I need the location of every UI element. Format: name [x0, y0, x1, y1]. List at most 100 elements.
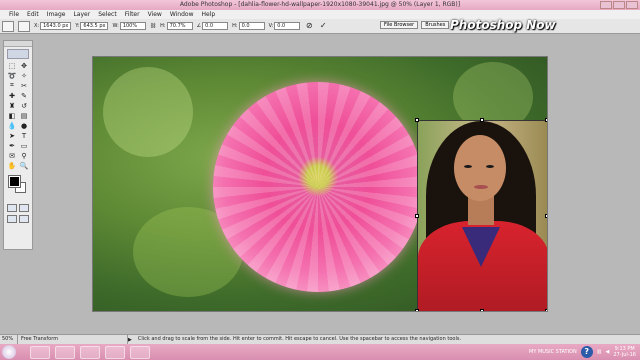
- menu-file[interactable]: File: [9, 11, 19, 18]
- tab-file-browser[interactable]: File Browser: [380, 21, 419, 29]
- angle-field: ∠ 0.0: [196, 22, 229, 30]
- screen-modes: [4, 215, 32, 223]
- portrait-face: [454, 135, 506, 201]
- transform-handle[interactable]: [415, 118, 419, 122]
- tool-preset-icon[interactable]: [2, 20, 14, 32]
- gradient-tool-icon[interactable]: ▤: [19, 111, 29, 120]
- h-field: H: 70.7%: [160, 22, 193, 30]
- angle-icon: ∠: [196, 23, 202, 29]
- menu-window[interactable]: Window: [170, 11, 194, 18]
- eyedropper-icon[interactable]: ⚲: [19, 151, 29, 160]
- toolbox: ⬚ ✥ ➰ ✧ ⌗ ✂ ✚ ✎ ♜ ↺ ◧ ▤ 💧 ● ➤ T ✒ ▭ ✉ ⚲ …: [3, 40, 33, 250]
- transform-handle[interactable]: [415, 309, 419, 311]
- system-tray: MY MUSIC STATION ? ▥ ◀ 9:13 PM 27-Jul-16: [529, 344, 640, 360]
- media-app-icon[interactable]: [105, 345, 125, 359]
- portrait-lips: [474, 185, 488, 189]
- palette-well: File Browser Brushes: [380, 21, 450, 29]
- standard-mode-icon[interactable]: [7, 204, 17, 212]
- move-tool-icon[interactable]: ✥: [19, 61, 29, 70]
- document-canvas[interactable]: [92, 56, 548, 312]
- help-icon[interactable]: ?: [580, 346, 593, 358]
- menu-select[interactable]: Select: [98, 11, 117, 18]
- h-skew-input[interactable]: 0.0: [238, 22, 265, 30]
- v-skew-input[interactable]: 0.0: [274, 22, 301, 30]
- watermark: Photoshop Now: [450, 18, 556, 32]
- marquee-tool-icon[interactable]: ⬚: [7, 61, 17, 70]
- clock[interactable]: 9:13 PM 27-Jul-16: [613, 346, 636, 358]
- transform-handle[interactable]: [415, 214, 419, 218]
- firefox-app-icon[interactable]: [55, 345, 75, 359]
- transform-handle[interactable]: [545, 118, 547, 122]
- brush-tool-icon[interactable]: ✎: [19, 91, 29, 100]
- link-icon[interactable]: ⛓: [150, 23, 156, 29]
- magic-wand-icon[interactable]: ✧: [19, 71, 29, 80]
- status-message: Click and drag to scale from the side. H…: [137, 336, 462, 342]
- x-input[interactable]: 1643.0 px: [40, 22, 72, 30]
- full-screen-menu-icon[interactable]: [19, 215, 29, 223]
- h-input[interactable]: 70.7%: [166, 22, 193, 30]
- chrome-app-icon[interactable]: [80, 345, 100, 359]
- foreground-color[interactable]: [8, 175, 21, 188]
- color-swatches[interactable]: [7, 174, 29, 200]
- zoom-tool-icon[interactable]: 🔍: [19, 161, 29, 170]
- dodge-tool-icon[interactable]: ●: [19, 121, 29, 130]
- menu-image[interactable]: Image: [47, 11, 66, 18]
- transform-handle[interactable]: [545, 309, 547, 311]
- menu-layer[interactable]: Layer: [73, 11, 90, 18]
- portrait-eye: [464, 165, 472, 168]
- w-field: W: 100%: [112, 22, 146, 30]
- transform-handle[interactable]: [480, 118, 484, 122]
- angle-input[interactable]: 0.0: [202, 22, 229, 30]
- network-icon[interactable]: ▥: [597, 349, 602, 355]
- h-skew-field: H: 0.0: [232, 22, 265, 30]
- window-title: Adobe Photoshop - [dahlia-flower-hd-wall…: [179, 1, 461, 8]
- eraser-tool-icon[interactable]: ◧: [7, 111, 17, 120]
- commit-transform-icon[interactable]: ✓: [318, 21, 328, 31]
- taskbar: MY MUSIC STATION ? ▥ ◀ 9:13 PM 27-Jul-16: [0, 344, 640, 360]
- music-station-label[interactable]: MY MUSIC STATION: [529, 349, 577, 355]
- photoshop-app-icon[interactable]: [130, 345, 150, 359]
- y-field: Y: 643.5 px: [75, 22, 109, 30]
- zoom-level[interactable]: 50%: [0, 335, 18, 344]
- crop-tool-icon[interactable]: ⌗: [7, 81, 17, 90]
- transform-handle[interactable]: [545, 214, 547, 218]
- notes-tool-icon[interactable]: ✉: [7, 151, 17, 160]
- lasso-tool-icon[interactable]: ➰: [7, 71, 17, 80]
- explorer-app-icon[interactable]: [30, 345, 50, 359]
- shape-tool-icon[interactable]: ▭: [19, 141, 29, 150]
- window-controls: [600, 1, 638, 9]
- slice-tool-icon[interactable]: ✂: [19, 81, 29, 90]
- type-tool-icon[interactable]: T: [19, 131, 29, 140]
- toolbox-header[interactable]: [4, 41, 32, 47]
- menu-filter[interactable]: Filter: [125, 11, 140, 18]
- woman-portrait-layer[interactable]: [417, 120, 547, 311]
- photoshop-logo-icon[interactable]: [7, 49, 29, 59]
- y-input[interactable]: 643.5 px: [80, 22, 109, 30]
- start-button[interactable]: [2, 345, 16, 359]
- reference-point-icon[interactable]: [18, 20, 30, 32]
- pen-tool-icon[interactable]: ✒: [7, 141, 17, 150]
- transform-handle[interactable]: [480, 309, 484, 311]
- stamp-tool-icon[interactable]: ♜: [7, 101, 17, 110]
- portrait-eye: [486, 165, 494, 168]
- mask-modes: [4, 204, 32, 212]
- maximize-button[interactable]: [613, 1, 625, 9]
- menu-help[interactable]: Help: [202, 11, 216, 18]
- path-select-icon[interactable]: ➤: [7, 131, 17, 140]
- close-button[interactable]: [626, 1, 638, 9]
- w-input[interactable]: 100%: [119, 22, 146, 30]
- cancel-transform-icon[interactable]: ⊘: [304, 21, 314, 31]
- menu-view[interactable]: View: [148, 11, 162, 18]
- minimize-button[interactable]: [600, 1, 612, 9]
- tab-brushes[interactable]: Brushes: [421, 21, 450, 29]
- hand-tool-icon[interactable]: ✋: [7, 161, 17, 170]
- document-info: Free Transform: [18, 335, 128, 344]
- standard-screen-icon[interactable]: [7, 215, 17, 223]
- healing-brush-icon[interactable]: ✚: [7, 91, 17, 100]
- volume-icon[interactable]: ◀: [605, 349, 609, 355]
- menu-edit[interactable]: Edit: [27, 11, 39, 18]
- blur-tool-icon[interactable]: 💧: [7, 121, 17, 130]
- x-field: X: 1643.0 px: [34, 22, 72, 30]
- quick-mask-icon[interactable]: [19, 204, 29, 212]
- history-brush-icon[interactable]: ↺: [19, 101, 29, 110]
